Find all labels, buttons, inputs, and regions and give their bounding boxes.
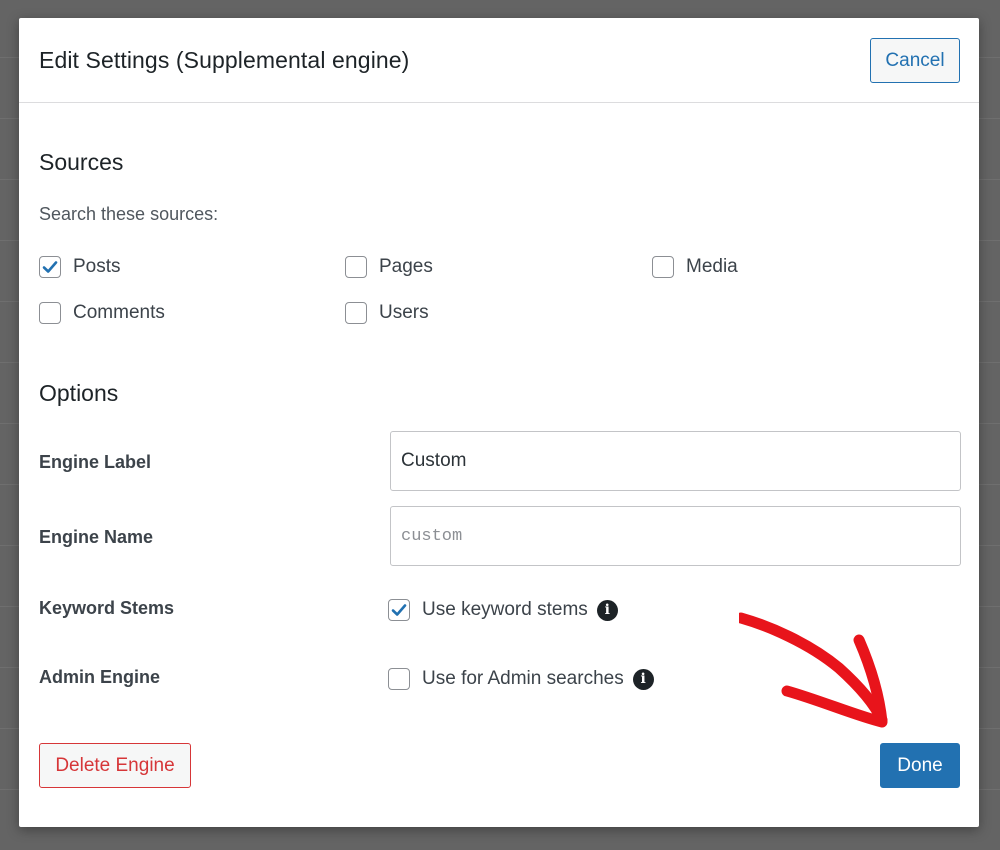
sources-heading: Sources <box>39 149 124 175</box>
media-label: Media <box>686 256 738 277</box>
engine-label-value: Custom <box>401 450 467 471</box>
users-checkbox[interactable] <box>345 302 367 324</box>
admin-engine-label: Admin Engine <box>39 667 160 687</box>
source-comments-option[interactable]: Comments <box>39 300 165 326</box>
posts-checkbox[interactable] <box>39 256 61 278</box>
cancel-button[interactable]: Cancel <box>870 38 960 83</box>
keyword-stems-checkbox[interactable] <box>388 599 410 621</box>
info-icon[interactable]: i <box>632 668 654 690</box>
sources-hint: Search these sources: <box>39 204 219 224</box>
edit-settings-modal: Edit Settings (Supplemental engine) Canc… <box>19 18 979 827</box>
keyword-stems-option[interactable]: Use keyword stems i <box>388 597 618 623</box>
engine-name-input[interactable]: custom <box>390 506 961 566</box>
pages-label: Pages <box>379 256 433 277</box>
info-icon[interactable]: i <box>596 599 618 621</box>
keyword-stems-label: Keyword Stems <box>39 598 175 618</box>
delete-engine-button[interactable]: Delete Engine <box>39 743 191 788</box>
options-heading: Options <box>39 380 119 406</box>
admin-engine-option[interactable]: Use for Admin searches i <box>388 666 654 692</box>
done-button[interactable]: Done <box>880 743 960 788</box>
engine-name-value: custom <box>401 526 463 546</box>
source-pages-option[interactable]: Pages <box>345 254 433 280</box>
checkmark-icon <box>391 604 407 616</box>
engine-label-input[interactable]: Custom <box>390 431 961 491</box>
admin-engine-checkbox-label: Use for Admin searches <box>422 668 624 689</box>
modal-header: Edit Settings (Supplemental engine) Canc… <box>19 18 979 103</box>
pages-checkbox[interactable] <box>345 256 367 278</box>
comments-checkbox[interactable] <box>39 302 61 324</box>
admin-engine-checkbox[interactable] <box>388 668 410 690</box>
users-label: Users <box>379 302 429 323</box>
annotation-arrow-icon <box>739 612 888 728</box>
source-posts-option[interactable]: Posts <box>39 254 121 280</box>
comments-label: Comments <box>73 302 165 323</box>
posts-label: Posts <box>73 256 121 277</box>
source-users-option[interactable]: Users <box>345 300 429 326</box>
engine-name-label: Engine Name <box>39 527 154 547</box>
media-checkbox[interactable] <box>652 256 674 278</box>
checkmark-icon <box>42 261 58 273</box>
engine-label-label: Engine Label <box>39 452 152 472</box>
modal-title: Edit Settings (Supplemental engine) <box>39 47 410 73</box>
source-media-option[interactable]: Media <box>652 254 738 280</box>
keyword-stems-checkbox-label: Use keyword stems <box>422 599 588 620</box>
